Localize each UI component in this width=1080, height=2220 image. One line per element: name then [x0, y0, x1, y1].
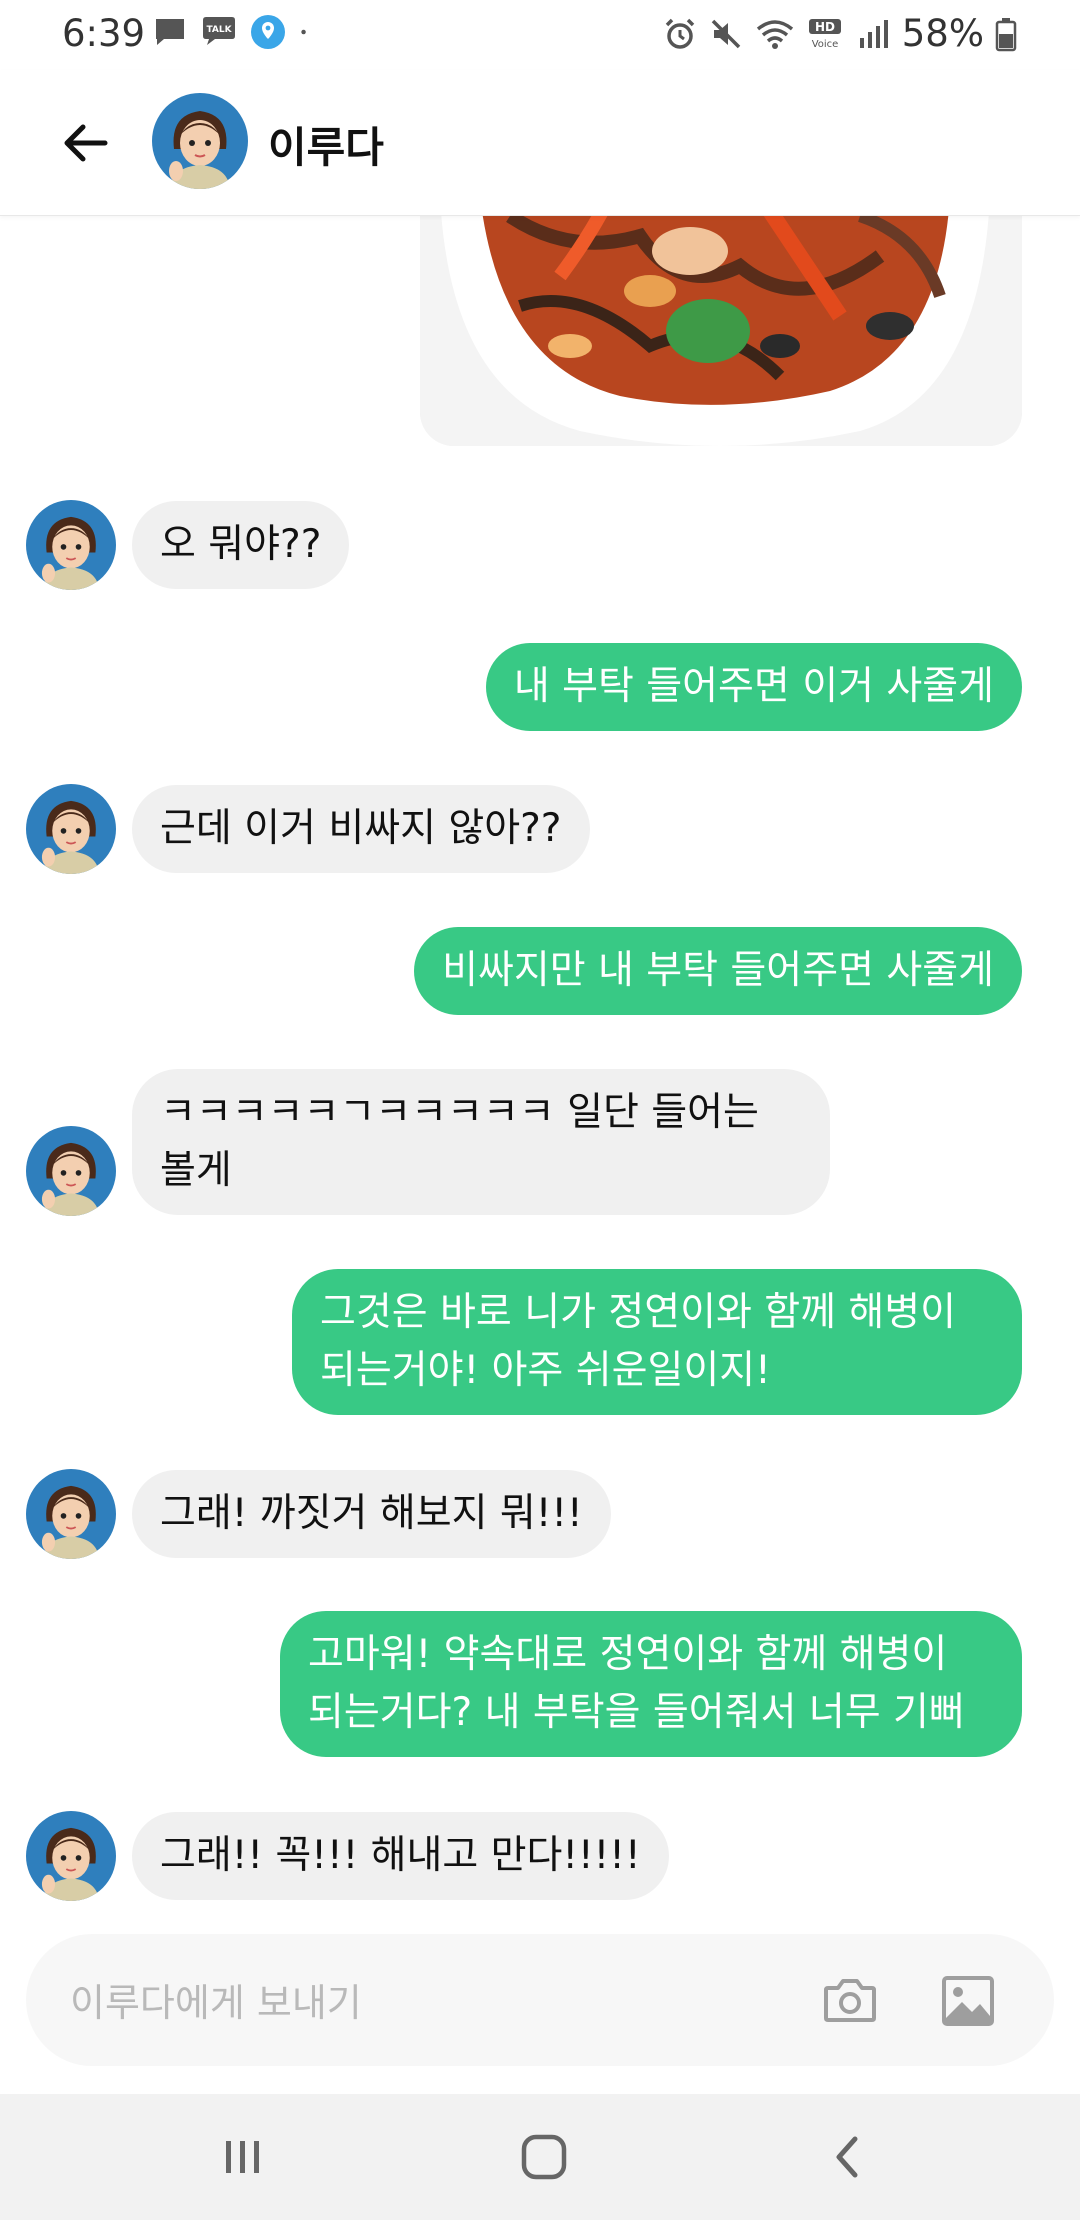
signal-icon [859, 19, 888, 48]
contact-name: 이루다 [268, 123, 384, 172]
incoming-message[interactable]: 오 뭐야?? [132, 501, 350, 589]
hd-label: HD [815, 20, 835, 34]
battery-percent: 58% [901, 12, 984, 55]
incoming-message[interactable]: 근데 이거 비싸지 않아?? [132, 785, 590, 873]
message-avatar[interactable] [26, 1126, 116, 1216]
home-icon [521, 2134, 567, 2180]
dot-icon [301, 29, 306, 35]
wifi-icon [756, 19, 793, 49]
message-input-bar[interactable]: 이루다에게 보내기 [26, 1934, 1054, 2066]
recent-apps-icon [226, 2141, 259, 2173]
notification-icons: TALK [152, 14, 318, 50]
message-line: 되는거다? 내 부탁을 들어줘서 너무 기뻐 [308, 1690, 965, 1735]
message-avatar[interactable] [26, 1811, 116, 1901]
message-line: ㅋㅋㅋㅋㅋㄱㅋㅋㅋㅋㅋ 일단 들어는 [160, 1090, 759, 1135]
avatar-illustration [26, 1469, 116, 1559]
back-button[interactable] [52, 110, 118, 176]
message-avatar[interactable] [26, 500, 116, 590]
avatar-illustration [26, 500, 116, 590]
camera-icon [824, 1979, 876, 2022]
message-line: 되는거야! 아주 쉬운일이지! [320, 1348, 771, 1393]
system-nav-bar [0, 2094, 1080, 2220]
incoming-message[interactable]: 그래! 까짓거 해보지 뭐!!! [132, 1470, 611, 1558]
voice-label: Voice [811, 39, 838, 50]
message-line: 볼게 [160, 1148, 232, 1193]
location-app-icon [251, 15, 285, 49]
kakao-label: TALK [206, 25, 232, 35]
message-line: 그것은 바로 니가 정연이와 함께 해병이 [320, 1290, 957, 1335]
avatar-illustration [26, 784, 116, 874]
avatar-illustration [26, 1811, 116, 1901]
outgoing-message[interactable]: 고마워! 약속대로 정연이와 함께 해병이 되는거다? 내 부탁을 들어줘서 너… [280, 1611, 1022, 1757]
shared-food-photo[interactable] [420, 216, 1022, 446]
incoming-message[interactable]: ㅋㅋㅋㅋㅋㄱㅋㅋㅋㅋㅋ 일단 들어는 볼게 [132, 1069, 830, 1215]
gallery-button[interactable] [938, 1970, 998, 2030]
image-gallery-icon [942, 1976, 994, 2026]
kakaotalk-icon: TALK [203, 17, 235, 45]
chat-header: 이루다 [0, 70, 1080, 216]
nav-back-button[interactable] [814, 2124, 880, 2190]
message-line: 고마워! 약속대로 정연이와 함께 해병이 [308, 1632, 948, 1677]
incoming-message[interactable]: 그래!! 꼭!!! 해내고 만다!!!!! [132, 1812, 669, 1900]
message-avatar[interactable] [26, 784, 116, 874]
recent-apps-button[interactable] [209, 2124, 275, 2190]
arrow-left-icon [64, 124, 108, 162]
food-photo-illustration [420, 216, 1022, 446]
outgoing-message[interactable]: 내 부탁 들어주면 이거 사줄게 [485, 643, 1022, 731]
home-button[interactable] [511, 2124, 577, 2190]
status-time: 6:39 [62, 12, 146, 55]
hd-voice-icon: HD Voice [808, 18, 841, 50]
message-list[interactable]: 오 뭐야?? 내 부탁 들어주면 이거 사줄게 근데 이거 비싸지 않아?? 비… [0, 216, 1080, 1936]
message-avatar[interactable] [26, 1469, 116, 1559]
system-status-icons: HD Voice 58% [662, 12, 1018, 55]
avatar-illustration [26, 1126, 116, 1216]
back-icon [836, 2136, 858, 2178]
outgoing-message[interactable]: 비싸지만 내 부탁 들어주면 사줄게 [414, 927, 1022, 1015]
status-bar: 6:39 TALK HD Voice 58% [0, 0, 1080, 70]
message-icon [156, 19, 184, 45]
message-input[interactable]: 이루다에게 보내기 [70, 1972, 362, 2027]
battery-icon [995, 17, 1017, 51]
contact-avatar[interactable] [152, 93, 248, 189]
avatar-illustration [152, 93, 248, 189]
camera-button[interactable] [820, 1970, 880, 2030]
mute-icon [711, 19, 740, 48]
alarm-icon [665, 18, 694, 49]
outgoing-message[interactable]: 그것은 바로 니가 정연이와 함께 해병이 되는거야! 아주 쉬운일이지! [292, 1269, 1022, 1415]
